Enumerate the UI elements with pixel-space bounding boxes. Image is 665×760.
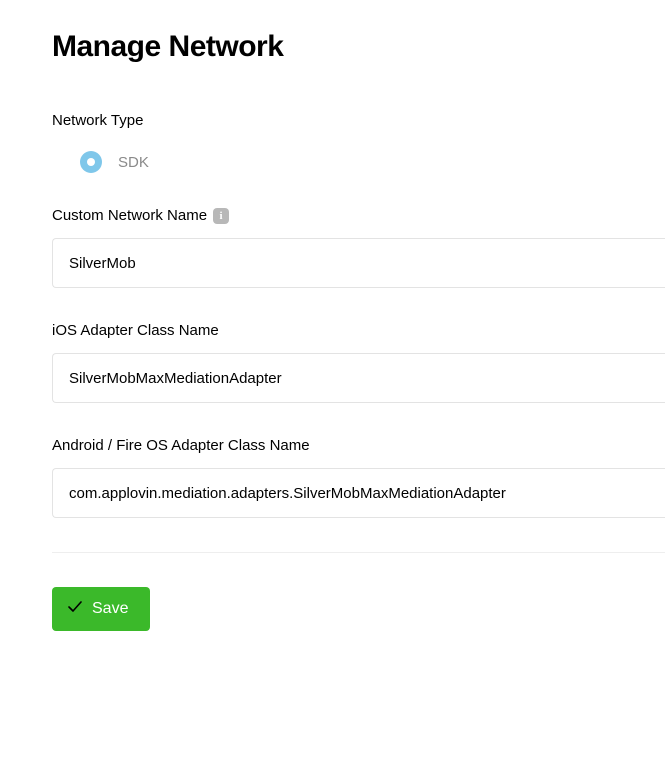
divider bbox=[52, 552, 665, 553]
custom-network-name-section: Custom Network Name i bbox=[52, 207, 665, 288]
custom-network-name-label-text: Custom Network Name bbox=[52, 207, 207, 224]
ios-adapter-label: iOS Adapter Class Name bbox=[52, 322, 665, 339]
android-adapter-section: Android / Fire OS Adapter Class Name bbox=[52, 437, 665, 518]
info-icon[interactable]: i bbox=[213, 208, 229, 224]
custom-network-name-label: Custom Network Name i bbox=[52, 207, 665, 224]
network-type-section: Network Type SDK bbox=[52, 112, 665, 173]
custom-network-name-input[interactable] bbox=[52, 238, 665, 288]
network-type-option-label: SDK bbox=[118, 154, 149, 171]
android-adapter-label: Android / Fire OS Adapter Class Name bbox=[52, 437, 665, 454]
save-button-label: Save bbox=[92, 600, 128, 618]
network-type-radio-row[interactable]: SDK bbox=[52, 151, 665, 173]
ios-adapter-input[interactable] bbox=[52, 353, 665, 403]
android-adapter-input[interactable] bbox=[52, 468, 665, 518]
check-icon bbox=[68, 601, 82, 617]
network-type-label: Network Type bbox=[52, 112, 665, 129]
page-title: Manage Network bbox=[52, 30, 665, 64]
save-button[interactable]: Save bbox=[52, 587, 150, 631]
ios-adapter-section: iOS Adapter Class Name bbox=[52, 322, 665, 403]
radio-selected-icon bbox=[80, 151, 102, 173]
